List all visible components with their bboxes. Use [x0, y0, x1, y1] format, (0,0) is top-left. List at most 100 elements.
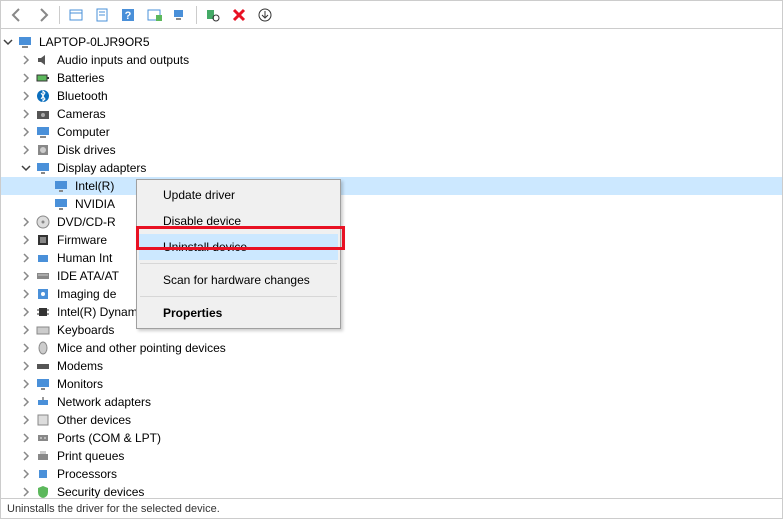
node-label: Audio inputs and outputs — [55, 52, 191, 68]
category-node[interactable]: Firmware — [1, 231, 782, 249]
category-node[interactable]: Human Int — [1, 249, 782, 267]
context-menu: Update driverDisable deviceUninstall dev… — [136, 179, 341, 329]
category-node[interactable]: Ports (COM & LPT) — [1, 429, 782, 447]
action-button[interactable] — [142, 4, 166, 26]
imaging-icon — [35, 286, 51, 302]
category-node[interactable]: Intel(R) Dynamic Platform and Thermal Fr… — [1, 303, 782, 321]
computer-icon — [17, 34, 33, 50]
context-menu-item[interactable]: Uninstall device — [139, 234, 338, 260]
node-label: Other devices — [55, 412, 133, 428]
context-menu-item[interactable]: Scan for hardware changes — [139, 267, 338, 293]
category-node[interactable]: Security devices — [1, 483, 782, 498]
category-node[interactable]: Cameras — [1, 105, 782, 123]
chevron-right-icon[interactable] — [19, 395, 33, 409]
context-menu-item[interactable]: Disable device — [139, 208, 338, 234]
category-node[interactable]: Network adapters — [1, 393, 782, 411]
view-button[interactable] — [168, 4, 192, 26]
modem-icon — [35, 358, 51, 374]
node-label: Bluetooth — [55, 88, 110, 104]
node-label: NVIDIA — [73, 196, 117, 212]
camera-icon — [35, 106, 51, 122]
chevron-right-icon[interactable] — [19, 215, 33, 229]
category-node[interactable]: Print queues — [1, 447, 782, 465]
chevron-down-icon[interactable] — [1, 35, 15, 49]
chevron-right-icon[interactable] — [19, 431, 33, 445]
chevron-right-icon[interactable] — [19, 143, 33, 157]
disk-icon — [35, 142, 51, 158]
toolbar: ? — [1, 1, 782, 29]
toolbar-separator — [196, 6, 197, 24]
device-tree[interactable]: LAPTOP-0LJR9OR5Audio inputs and outputsB… — [1, 29, 782, 498]
category-node[interactable]: Bluetooth — [1, 87, 782, 105]
chevron-right-icon[interactable] — [19, 305, 33, 319]
category-node[interactable]: Imaging de — [1, 285, 782, 303]
category-node[interactable]: DVD/CD-R — [1, 213, 782, 231]
chevron-right-icon[interactable] — [19, 287, 33, 301]
category-node[interactable]: Other devices — [1, 411, 782, 429]
category-node[interactable]: Disk drives — [1, 141, 782, 159]
category-node[interactable]: Mice and other pointing devices — [1, 339, 782, 357]
category-node[interactable]: IDE ATA/AT — [1, 267, 782, 285]
context-menu-item[interactable]: Update driver — [139, 182, 338, 208]
category-node[interactable]: Computer — [1, 123, 782, 141]
node-label: LAPTOP-0LJR9OR5 — [37, 34, 152, 50]
node-label: Monitors — [55, 376, 105, 392]
chevron-right-icon[interactable] — [19, 107, 33, 121]
content-area: LAPTOP-0LJR9OR5Audio inputs and outputsB… — [1, 29, 782, 498]
category-node[interactable]: Audio inputs and outputs — [1, 51, 782, 69]
chevron-right-icon[interactable] — [19, 485, 33, 498]
chevron-right-icon[interactable] — [19, 377, 33, 391]
chevron-right-icon[interactable] — [19, 359, 33, 373]
context-menu-separator — [140, 296, 337, 297]
device-node[interactable]: NVIDIA — [1, 195, 782, 213]
forward-button[interactable] — [31, 4, 55, 26]
node-label: Keyboards — [55, 322, 116, 338]
chevron-right-icon[interactable] — [19, 467, 33, 481]
hid-icon — [35, 250, 51, 266]
category-node[interactable]: Monitors — [1, 375, 782, 393]
chevron-right-icon[interactable] — [19, 323, 33, 337]
status-bar: Uninstalls the driver for the selected d… — [1, 498, 782, 518]
chevron-right-icon[interactable] — [19, 125, 33, 139]
back-button[interactable] — [5, 4, 29, 26]
chevron-right-icon[interactable] — [19, 413, 33, 427]
node-label: Intel(R) — [73, 178, 116, 194]
device-node[interactable]: Intel(R) — [1, 177, 782, 195]
security-icon — [35, 484, 51, 498]
root-node[interactable]: LAPTOP-0LJR9OR5 — [1, 33, 782, 51]
audio-icon — [35, 52, 51, 68]
chevron-right-icon[interactable] — [19, 53, 33, 67]
chevron-right-icon[interactable] — [19, 269, 33, 283]
chevron-right-icon[interactable] — [19, 71, 33, 85]
category-node[interactable]: Display adapters — [1, 159, 782, 177]
chevron-right-icon[interactable] — [19, 89, 33, 103]
category-node[interactable]: Processors — [1, 465, 782, 483]
scan-button[interactable] — [201, 4, 225, 26]
node-label: Imaging de — [55, 286, 118, 302]
help-button[interactable]: ? — [116, 4, 140, 26]
chevron-right-icon[interactable] — [19, 341, 33, 355]
node-label: IDE ATA/AT — [55, 268, 121, 284]
node-label: Display adapters — [55, 160, 148, 176]
display-icon — [53, 178, 69, 194]
remove-button[interactable] — [227, 4, 251, 26]
down-button[interactable] — [253, 4, 277, 26]
show-hidden-button[interactable] — [64, 4, 88, 26]
category-node[interactable]: Batteries — [1, 69, 782, 87]
category-node[interactable]: Keyboards — [1, 321, 782, 339]
node-label: Network adapters — [55, 394, 153, 410]
toolbar-separator — [59, 6, 60, 24]
node-label: Security devices — [55, 484, 146, 498]
chevron-down-icon[interactable] — [19, 161, 33, 175]
node-label: Firmware — [55, 232, 109, 248]
chevron-right-icon[interactable] — [19, 251, 33, 265]
printer-icon — [35, 448, 51, 464]
node-label: Print queues — [55, 448, 126, 464]
properties-button[interactable] — [90, 4, 114, 26]
node-label: Human Int — [55, 250, 114, 266]
mouse-icon — [35, 340, 51, 356]
chevron-right-icon[interactable] — [19, 449, 33, 463]
chevron-right-icon[interactable] — [19, 233, 33, 247]
context-menu-item[interactable]: Properties — [139, 300, 338, 326]
category-node[interactable]: Modems — [1, 357, 782, 375]
